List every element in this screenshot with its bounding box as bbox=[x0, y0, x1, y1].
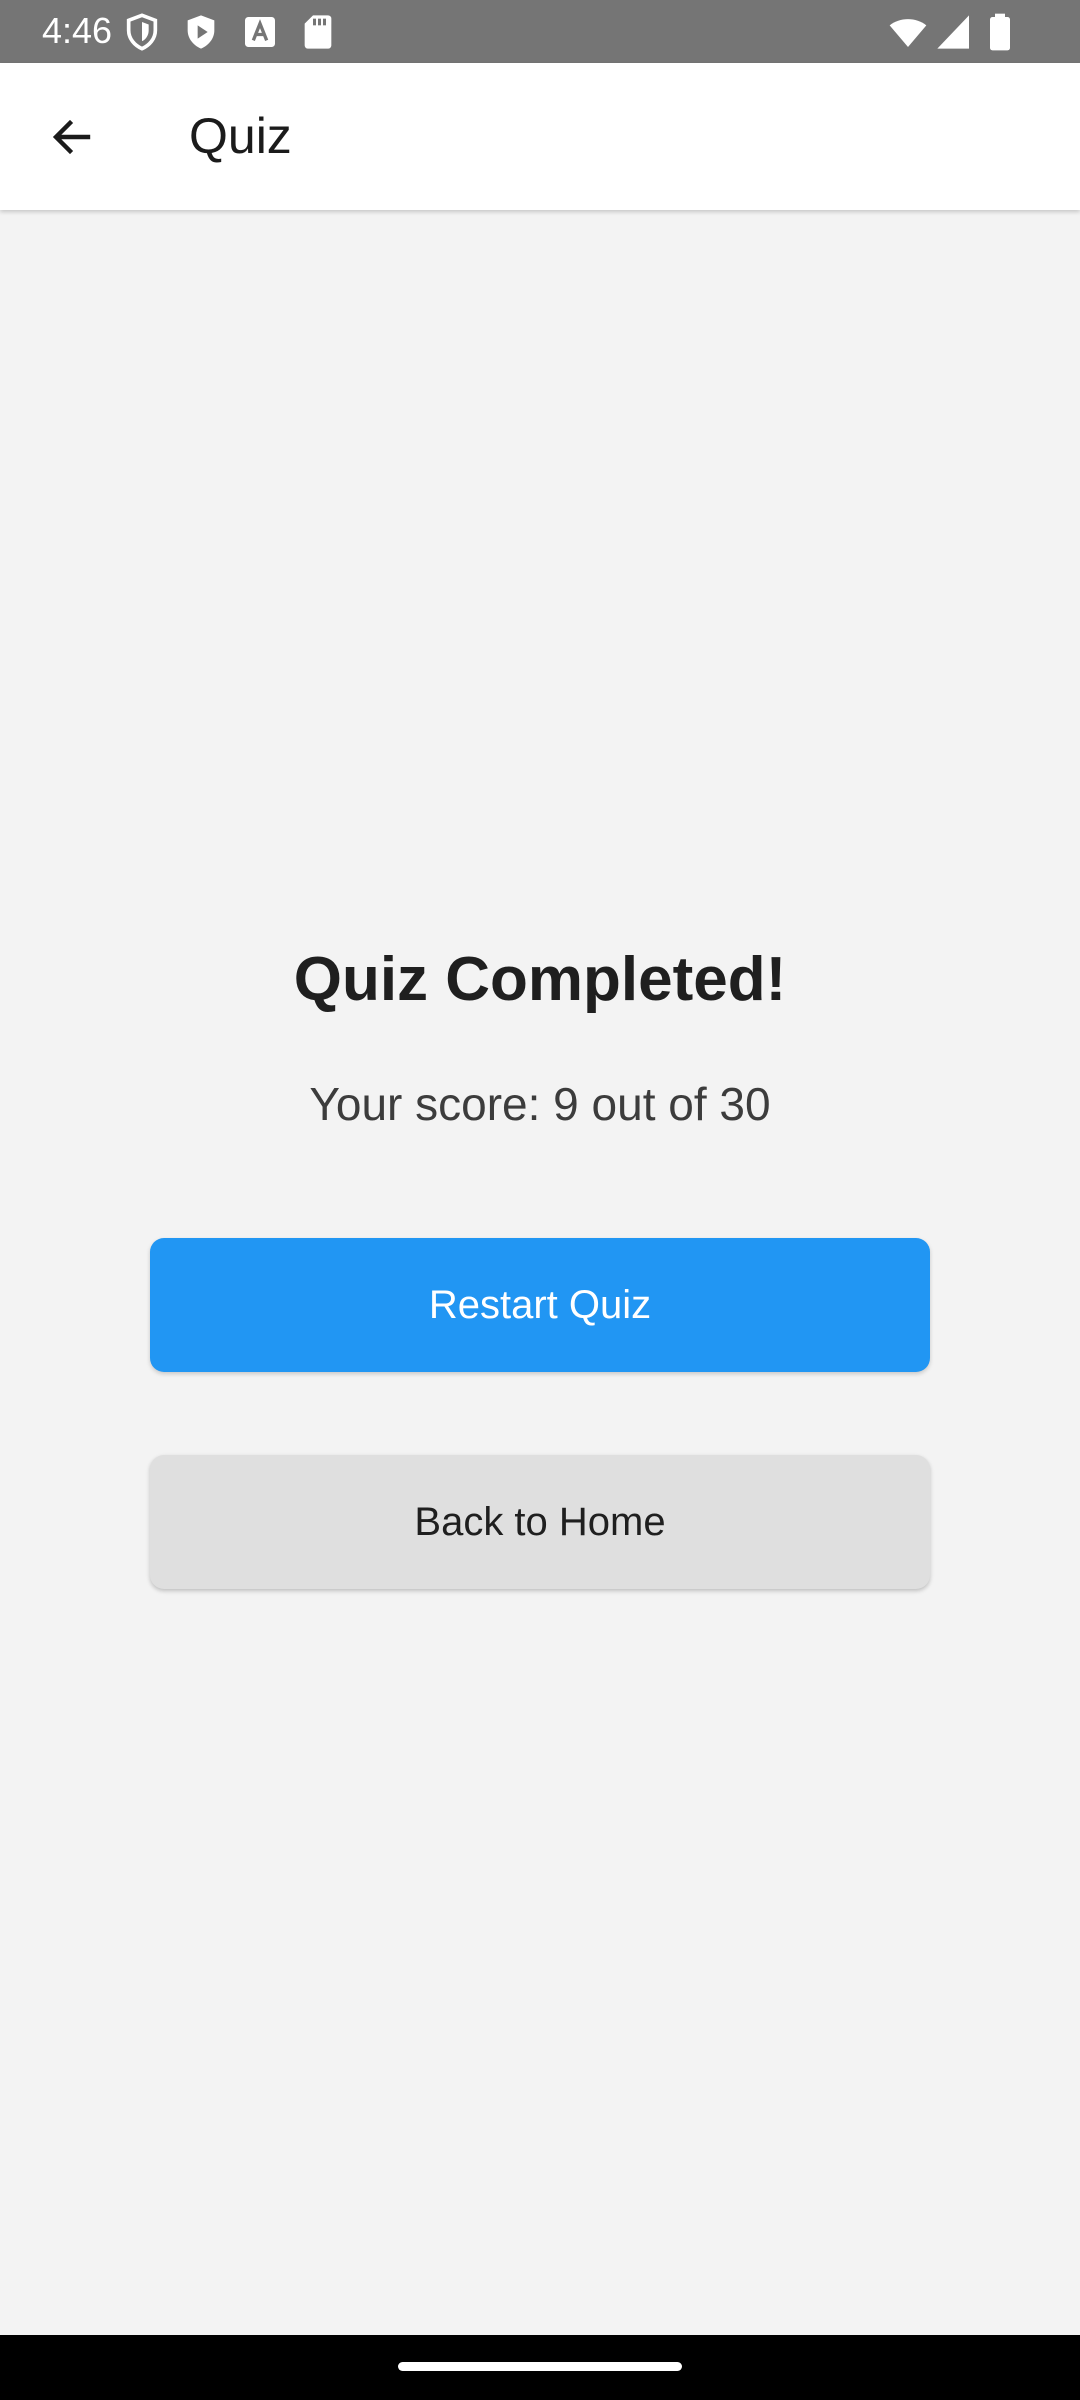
app-bar: Quiz bbox=[0, 63, 1080, 210]
status-time: 4:46 bbox=[42, 10, 113, 51]
play-store-icon bbox=[181, 12, 221, 52]
cellular-signal-icon bbox=[934, 12, 974, 52]
score-text: Your score: 9 out of 30 bbox=[309, 1078, 771, 1130]
battery-icon bbox=[980, 12, 1020, 52]
shield-icon bbox=[122, 12, 162, 52]
back-to-home-button[interactable]: Back to Home bbox=[150, 1455, 930, 1589]
result-title: Quiz Completed! bbox=[293, 945, 787, 1014]
quiz-result-screen: 4:46 Quiz Quiz Completed! Your score: 9 … bbox=[0, 0, 1080, 2400]
status-bar: 4:46 bbox=[0, 0, 1080, 63]
result-content: Quiz Completed! Your score: 9 out of 30 … bbox=[0, 210, 1080, 2335]
page-title: Quiz bbox=[189, 108, 292, 164]
home-indicator[interactable] bbox=[398, 2362, 682, 2371]
back-button[interactable] bbox=[30, 101, 114, 173]
restart-quiz-button[interactable]: Restart Quiz bbox=[150, 1238, 930, 1372]
text-a-icon bbox=[240, 12, 280, 52]
wifi-icon bbox=[888, 12, 928, 52]
arrow-left-icon bbox=[48, 113, 96, 161]
sd-card-icon bbox=[298, 12, 338, 52]
navigation-bar bbox=[0, 2335, 1080, 2400]
